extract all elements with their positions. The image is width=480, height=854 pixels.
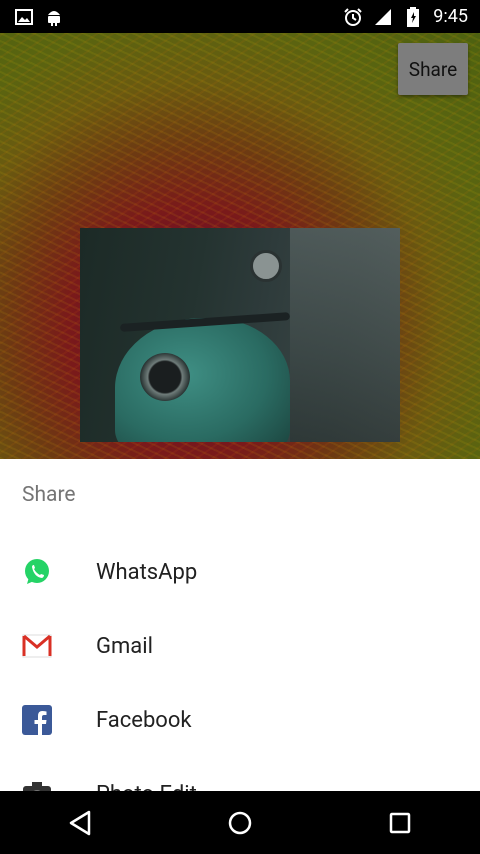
battery-icon xyxy=(403,6,423,27)
share-option-label: WhatsApp xyxy=(96,559,198,585)
share-option-photo-edit[interactable]: Photo Edit xyxy=(0,757,480,791)
back-icon[interactable] xyxy=(50,793,110,853)
facebook-icon xyxy=(22,705,52,735)
camera-icon xyxy=(22,779,52,791)
share-option-label: Photo Edit xyxy=(96,782,197,792)
share-option-label: Facebook xyxy=(96,707,192,733)
signal-icon xyxy=(373,7,393,27)
share-option-label: Gmail xyxy=(96,633,153,659)
scooter-mirror xyxy=(250,250,282,282)
recents-icon[interactable] xyxy=(370,793,430,853)
share-option-facebook[interactable]: Facebook xyxy=(0,683,480,757)
share-option-gmail[interactable]: Gmail xyxy=(0,609,480,683)
android-icon xyxy=(44,7,64,27)
share-option-whatsapp[interactable]: WhatsApp xyxy=(0,535,480,609)
share-button[interactable]: Share xyxy=(398,43,468,95)
gallery-icon xyxy=(14,7,34,27)
alarm-icon xyxy=(343,7,363,27)
share-sheet: Share WhatsApp Gmail Facebook Photo Edit xyxy=(0,459,480,791)
clock-time: 9:45 xyxy=(433,6,468,27)
share-sheet-title: Share xyxy=(22,483,76,507)
scooter-photo xyxy=(80,228,400,442)
whatsapp-icon xyxy=(22,557,52,587)
scooter-headlight xyxy=(140,353,190,401)
navigation-bar xyxy=(0,791,480,854)
status-bar: 9:45 xyxy=(0,0,480,33)
home-icon[interactable] xyxy=(210,793,270,853)
app-background: Share xyxy=(0,33,480,459)
gmail-icon xyxy=(22,631,52,661)
street-background xyxy=(290,228,400,442)
